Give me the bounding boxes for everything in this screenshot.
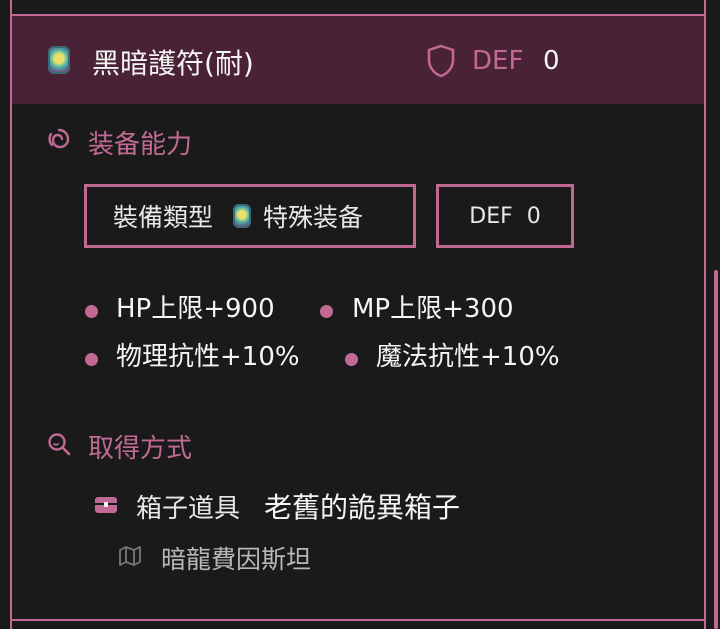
def-value: 0 [543, 46, 560, 76]
equip-type-label: 裝備類型 [113, 203, 214, 232]
amulet-icon [233, 204, 252, 228]
stat-bullet [85, 305, 98, 318]
stat-bullet [320, 305, 333, 318]
stat-mp: MP上限+300 [352, 294, 514, 324]
stat-bullet [345, 353, 358, 366]
equip-section-title: 装备能力 [88, 130, 193, 160]
equip-type-value: 特殊装备 [263, 203, 364, 232]
stat-bullet [85, 353, 98, 366]
equip-type-box: 裝備類型 特殊装备 [84, 184, 416, 248]
shield-icon [427, 44, 455, 78]
stat-hp: HP上限+900 [116, 294, 275, 324]
source-section-title: 取得方式 [88, 434, 193, 464]
stat-magic-res: 魔法抗性+10% [376, 342, 560, 372]
item-name: 黑暗護符(耐) [92, 47, 254, 80]
amulet-icon [48, 46, 70, 74]
source-name[interactable]: 老舊的詭異箱子 [264, 486, 460, 526]
search-icon [48, 433, 71, 456]
def-label: DEF [472, 46, 524, 76]
chest-icon [95, 497, 117, 513]
stat-phys-res: 物理抗性+10% [116, 342, 300, 372]
source-type: 箱子道具 [136, 494, 241, 524]
spiral-icon [48, 128, 70, 149]
map-icon [119, 546, 141, 566]
location-name[interactable]: 暗龍費因斯坦 [161, 540, 311, 576]
panel-bottom-border [10, 619, 706, 621]
scrollbar[interactable] [714, 270, 718, 629]
def-box: DEF 0 [436, 184, 574, 248]
